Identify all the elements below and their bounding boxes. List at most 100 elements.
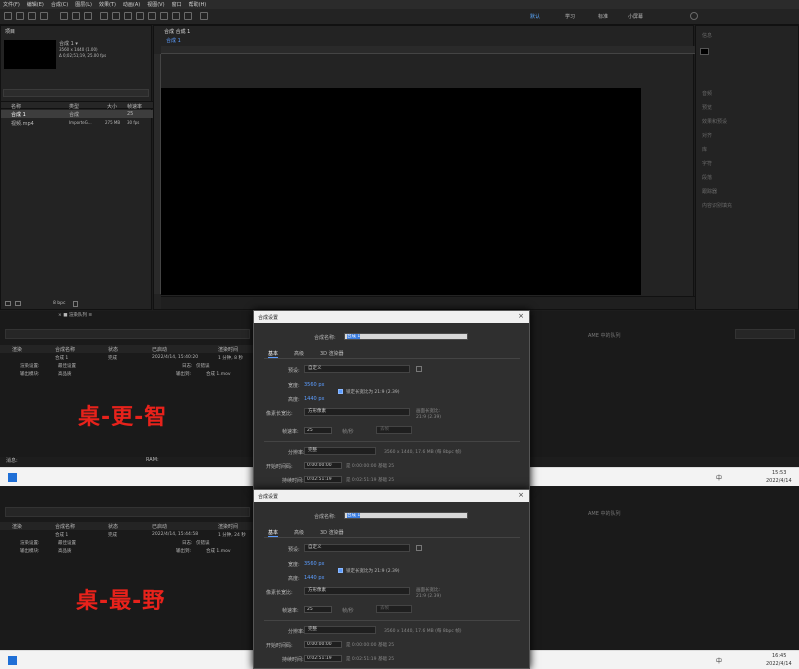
rq-settings-value[interactable]: 最佳设置 bbox=[58, 540, 76, 546]
menu-item-1[interactable]: 编辑(E) bbox=[27, 1, 44, 8]
rq-row-comp[interactable]: 合成 1 bbox=[55, 355, 68, 361]
pen-tool-icon[interactable] bbox=[112, 12, 120, 20]
snap-icon[interactable] bbox=[200, 12, 208, 20]
rectangle-tool-icon[interactable] bbox=[100, 12, 108, 20]
right-panel-item-4[interactable]: 对齐 bbox=[702, 132, 712, 139]
right-panel-item-3[interactable]: 效果和预设 bbox=[702, 118, 727, 125]
rq-log-value[interactable]: 仅错误 bbox=[196, 363, 210, 369]
save-preset-icon[interactable] bbox=[416, 545, 422, 551]
width-value[interactable]: 3560 px bbox=[304, 382, 324, 388]
comp-name-input[interactable]: 合成 1 bbox=[344, 333, 468, 340]
menu-item-2[interactable]: 合成(C) bbox=[51, 1, 68, 8]
project-row-comp[interactable]: 合成 1 合成 25 bbox=[1, 110, 153, 118]
folder-icon[interactable] bbox=[5, 301, 11, 306]
workspace-standard[interactable]: 标准 bbox=[598, 13, 608, 20]
right-panel-item-5[interactable]: 库 bbox=[702, 146, 707, 153]
width-value[interactable]: 3560 px bbox=[304, 561, 324, 567]
col-fps[interactable]: 帧速率 bbox=[127, 103, 142, 110]
puppet-tool-icon[interactable] bbox=[184, 12, 192, 20]
roto-tool-icon[interactable] bbox=[172, 12, 180, 20]
tab-advanced[interactable]: 高级 bbox=[294, 529, 304, 536]
start-tc-input[interactable]: 0:00:00:00 bbox=[304, 641, 342, 648]
lock-aspect-checkbox[interactable] bbox=[338, 389, 343, 394]
trash-icon[interactable] bbox=[73, 301, 78, 307]
duration-input[interactable]: 0:02:51:19 bbox=[304, 476, 342, 483]
menu-item-5[interactable]: 动画(A) bbox=[123, 1, 140, 8]
right-panel-item-6[interactable]: 字符 bbox=[702, 160, 712, 167]
render-queue-tab[interactable]: × ■ 渲染队列 ≡ bbox=[58, 312, 92, 318]
duration-input[interactable]: 0:02:51:19 bbox=[304, 655, 342, 662]
drop-frame-select[interactable]: 丢帧 bbox=[376, 605, 412, 613]
ime-indicator[interactable]: 中 bbox=[716, 656, 722, 665]
menu-item-8[interactable]: 帮助(H) bbox=[189, 1, 207, 8]
new-comp-icon[interactable] bbox=[15, 301, 21, 306]
clock-time[interactable]: 16:45 bbox=[772, 653, 786, 659]
comp-name-input[interactable]: 合成 1 bbox=[344, 512, 468, 519]
rq-output-to-value[interactable]: 合成 1.mov bbox=[206, 371, 231, 377]
right-panel-item-2[interactable]: 预览 bbox=[702, 104, 712, 111]
selection-tool-icon[interactable] bbox=[16, 12, 24, 20]
app-icon[interactable] bbox=[8, 656, 17, 665]
par-select[interactable]: 方形像素 bbox=[304, 408, 410, 416]
rq-output-to-value[interactable]: 合成 1.mov bbox=[206, 548, 231, 554]
comp-canvas[interactable] bbox=[161, 88, 641, 295]
workspace-small-screen[interactable]: 小屏幕 bbox=[628, 13, 643, 20]
project-tab[interactable]: 项目 bbox=[5, 28, 15, 35]
menu-item-7[interactable]: 窗口 bbox=[172, 1, 182, 8]
eraser-tool-icon[interactable] bbox=[160, 12, 168, 20]
zoom-tool-icon[interactable] bbox=[40, 12, 48, 20]
lock-aspect-checkbox[interactable] bbox=[338, 568, 343, 573]
par-select[interactable]: 方形像素 bbox=[304, 587, 410, 595]
home-icon[interactable] bbox=[4, 12, 12, 20]
clock-date[interactable]: 2022/4/14 bbox=[766, 478, 792, 484]
clock-time[interactable]: 15:53 bbox=[772, 470, 786, 476]
fps-input[interactable]: 25 bbox=[304, 427, 332, 434]
menu-item-4[interactable]: 效果(T) bbox=[99, 1, 116, 8]
ame-queue-button-2[interactable]: AME 中的队列 bbox=[588, 510, 620, 517]
project-row-video[interactable]: 视频.mp4 ImporteG... 275 MB 30 fps bbox=[1, 119, 153, 127]
height-value[interactable]: 1440 px bbox=[304, 575, 324, 581]
text-tool-icon[interactable] bbox=[124, 12, 132, 20]
rq-row-comp[interactable]: 合成 1 bbox=[55, 532, 68, 538]
pan-behind-tool-icon[interactable] bbox=[84, 12, 92, 20]
project-search-input[interactable] bbox=[3, 89, 149, 97]
camera-tool-icon[interactable] bbox=[72, 12, 80, 20]
close-icon[interactable]: × bbox=[518, 491, 524, 499]
right-panel-item-0[interactable]: 信息 bbox=[702, 32, 712, 39]
bpc-label[interactable]: 8 bpc bbox=[53, 301, 65, 306]
right-panel-item-1[interactable]: 音频 bbox=[702, 90, 712, 97]
render-button[interactable] bbox=[735, 329, 795, 339]
menu-item-6[interactable]: 视图(V) bbox=[147, 1, 164, 8]
tab-advanced[interactable]: 高级 bbox=[294, 350, 304, 357]
col-name[interactable]: 名称 bbox=[11, 103, 21, 110]
right-panel-item-7[interactable]: 段落 bbox=[702, 174, 712, 181]
tab-basic[interactable]: 基本 bbox=[268, 529, 279, 537]
right-panel-item-9[interactable]: 内容识别填充 bbox=[702, 202, 732, 209]
hand-tool-icon[interactable] bbox=[28, 12, 36, 20]
resolution-select[interactable]: 完整 bbox=[304, 626, 376, 634]
preset-select[interactable]: 自定义 bbox=[304, 544, 410, 552]
tab-3d-renderer[interactable]: 3D 渲染器 bbox=[320, 350, 344, 357]
menu-item-0[interactable]: 文件(F) bbox=[3, 1, 20, 8]
preset-select[interactable]: 自定义 bbox=[304, 365, 410, 373]
tab-basic[interactable]: 基本 bbox=[268, 350, 279, 358]
clock-date[interactable]: 2022/4/14 bbox=[766, 661, 792, 667]
start-tc-input[interactable]: 0:00:00:00 bbox=[304, 462, 342, 469]
fps-input[interactable]: 25 bbox=[304, 606, 332, 613]
rotate-tool-icon[interactable] bbox=[60, 12, 68, 20]
rq-output-value[interactable]: 高品质 bbox=[58, 548, 72, 554]
save-preset-icon[interactable] bbox=[416, 366, 422, 372]
close-icon[interactable]: × bbox=[518, 312, 524, 320]
rq-output-value[interactable]: 高品质 bbox=[58, 371, 72, 377]
right-panel-item-8[interactable]: 跟踪器 bbox=[702, 188, 717, 195]
clone-tool-icon[interactable] bbox=[148, 12, 156, 20]
search-icon[interactable] bbox=[690, 12, 698, 20]
height-value[interactable]: 1440 px bbox=[304, 396, 324, 402]
drop-frame-select[interactable]: 丢帧 bbox=[376, 426, 412, 434]
rq-settings-value[interactable]: 最佳设置 bbox=[58, 363, 76, 369]
rq-log-value[interactable]: 仅错误 bbox=[196, 540, 210, 546]
app-icon[interactable] bbox=[8, 473, 17, 482]
ame-queue-button[interactable]: AME 中的队列 bbox=[588, 332, 620, 339]
ime-indicator[interactable]: 中 bbox=[716, 473, 722, 482]
viewer-tab[interactable]: 合成 合成 1 bbox=[164, 28, 190, 35]
